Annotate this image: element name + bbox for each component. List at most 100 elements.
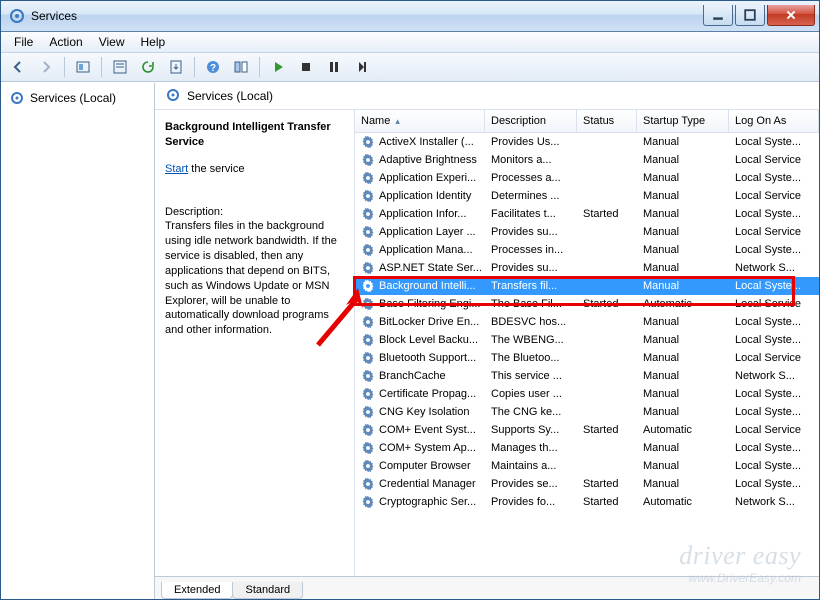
col-name[interactable]: Name: [355, 110, 485, 132]
cell-status: Started: [577, 423, 637, 437]
cell-logon: Local Syste...: [729, 171, 819, 185]
tab-extended[interactable]: Extended: [161, 582, 233, 599]
content-pane: Services (Local) Background Intelligent …: [155, 83, 819, 599]
cell-startup: Manual: [637, 135, 729, 149]
col-log-on-as[interactable]: Log On As: [729, 110, 819, 132]
table-row[interactable]: ActiveX Installer (...Provides Us...Manu…: [355, 133, 819, 151]
window-title: Services: [31, 9, 703, 23]
cell-startup: Manual: [637, 207, 729, 221]
cell-status: Started: [577, 297, 637, 311]
cell-startup: Manual: [637, 369, 729, 383]
cell-description: Copies user ...: [485, 387, 577, 401]
cell-logon: Local Service: [729, 423, 819, 437]
cell-description: Monitors a...: [485, 153, 577, 167]
tab-standard[interactable]: Standard: [232, 582, 303, 599]
menu-view[interactable]: View: [92, 33, 132, 51]
table-row[interactable]: Credential ManagerProvides se...StartedM…: [355, 475, 819, 493]
cell-status: [577, 285, 637, 287]
toolbar: ?: [1, 53, 819, 82]
table-row[interactable]: ASP.NET State Ser...Provides su...Manual…: [355, 259, 819, 277]
detail-pane: Background Intelligent Transfer Service …: [155, 110, 355, 576]
list-header[interactable]: Name Description Status Startup Type Log…: [355, 110, 819, 133]
col-startup-type[interactable]: Startup Type: [637, 110, 729, 132]
cell-startup: Manual: [637, 153, 729, 167]
restart-service-button[interactable]: [349, 54, 375, 80]
cell-status: [577, 141, 637, 143]
cell-description: Processes a...: [485, 171, 577, 185]
table-row[interactable]: Adaptive BrightnessMonitors a...ManualLo…: [355, 151, 819, 169]
refresh-button[interactable]: [135, 54, 161, 80]
up-level-button[interactable]: [70, 54, 96, 80]
minimize-button[interactable]: [703, 5, 733, 26]
table-row[interactable]: BranchCacheThis service ...ManualNetwork…: [355, 367, 819, 385]
stop-service-button[interactable]: [293, 54, 319, 80]
titlebar[interactable]: Services: [1, 1, 819, 32]
properties-button[interactable]: [107, 54, 133, 80]
cell-logon: Local Service: [729, 351, 819, 365]
menu-file[interactable]: File: [7, 33, 40, 51]
cell-description: Provides su...: [485, 225, 577, 239]
table-row[interactable]: CNG Key IsolationThe CNG ke...ManualLoca…: [355, 403, 819, 421]
start-link[interactable]: Start: [165, 163, 188, 175]
maximize-button[interactable]: [735, 5, 765, 26]
close-button[interactable]: [767, 5, 815, 26]
content-header: Services (Local): [155, 83, 819, 110]
cell-description: Provides su...: [485, 261, 577, 275]
cell-logon: Local Syste...: [729, 441, 819, 455]
cell-logon: Local Syste...: [729, 315, 819, 329]
cell-status: [577, 195, 637, 197]
cell-description: Supports Sy...: [485, 423, 577, 437]
menu-action[interactable]: Action: [42, 33, 89, 51]
cell-name: COM+ System Ap...: [355, 440, 485, 456]
forward-button[interactable]: [33, 54, 59, 80]
cell-logon: Local Syste...: [729, 279, 819, 293]
cell-description: The Base Fil...: [485, 297, 577, 311]
pause-service-button[interactable]: [321, 54, 347, 80]
cell-name: CNG Key Isolation: [355, 404, 485, 420]
export-button[interactable]: [163, 54, 189, 80]
table-row[interactable]: COM+ System Ap...Manages th...ManualLoca…: [355, 439, 819, 457]
nav-services-local[interactable]: Services (Local): [1, 87, 154, 109]
service-action: Start the service: [165, 162, 344, 177]
cell-logon: Local Syste...: [729, 387, 819, 401]
help-button[interactable]: ?: [200, 54, 226, 80]
start-service-button[interactable]: [265, 54, 291, 80]
col-description[interactable]: Description: [485, 110, 577, 132]
menubar: File Action View Help: [1, 32, 819, 53]
table-row[interactable]: Application Layer ...Provides su...Manua…: [355, 223, 819, 241]
cell-description: Determines ...: [485, 189, 577, 203]
col-status[interactable]: Status: [577, 110, 637, 132]
cell-name: Cryptographic Ser...: [355, 494, 485, 510]
cell-description: Provides fo...: [485, 495, 577, 509]
table-row[interactable]: Cryptographic Ser...Provides fo...Starte…: [355, 493, 819, 511]
table-row[interactable]: Background Intelli...Transfers fil...Man…: [355, 277, 819, 295]
cell-startup: Automatic: [637, 297, 729, 311]
cell-description: The WBENG...: [485, 333, 577, 347]
view-tabs: Extended Standard: [155, 576, 819, 599]
table-row[interactable]: Certificate Propag...Copies user ...Manu…: [355, 385, 819, 403]
table-row[interactable]: COM+ Event Syst...Supports Sy...StartedA…: [355, 421, 819, 439]
show-hide-button[interactable]: [228, 54, 254, 80]
cell-name: Application Identity: [355, 188, 485, 204]
menu-help[interactable]: Help: [134, 33, 173, 51]
table-row[interactable]: Computer BrowserMaintains a...ManualLoca…: [355, 457, 819, 475]
cell-logon: Local Syste...: [729, 405, 819, 419]
table-row[interactable]: Block Level Backu...The WBENG...ManualLo…: [355, 331, 819, 349]
content-header-title: Services (Local): [187, 89, 273, 103]
cell-status: [577, 375, 637, 377]
services-list[interactable]: Name Description Status Startup Type Log…: [355, 110, 819, 576]
back-button[interactable]: [5, 54, 31, 80]
table-row[interactable]: Application Mana...Processes in...Manual…: [355, 241, 819, 259]
table-row[interactable]: Application Experi...Processes a...Manua…: [355, 169, 819, 187]
cell-logon: Local Syste...: [729, 207, 819, 221]
cell-startup: Manual: [637, 243, 729, 257]
table-row[interactable]: Application IdentityDetermines ...Manual…: [355, 187, 819, 205]
cell-name: Certificate Propag...: [355, 386, 485, 402]
cell-status: [577, 447, 637, 449]
nav-pane[interactable]: Services (Local): [1, 83, 155, 599]
table-row[interactable]: Application Infor...Facilitates t...Star…: [355, 205, 819, 223]
table-row[interactable]: Base Filtering Engi...The Base Fil...Sta…: [355, 295, 819, 313]
table-row[interactable]: BitLocker Drive En...BDESVC hos...Manual…: [355, 313, 819, 331]
gear-icon: [165, 87, 181, 106]
table-row[interactable]: Bluetooth Support...The Bluetoo...Manual…: [355, 349, 819, 367]
